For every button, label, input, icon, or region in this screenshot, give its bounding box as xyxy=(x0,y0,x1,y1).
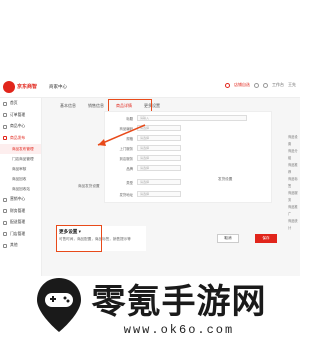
watermark: 零氪手游网 www.ok6o.com xyxy=(0,260,300,350)
watermark-text: 零氪手游网 www.ok6o.com xyxy=(92,274,267,337)
gamepad-pin-icon xyxy=(36,278,81,332)
watermark-title: 零氪手游网 xyxy=(91,281,267,322)
watermark-url: www.ok6o.com xyxy=(123,322,235,337)
page: 京东商智 商家中心 店铺自选 工作台 王先 首页 订单管理 商品中心 商品发布 … xyxy=(0,0,300,353)
